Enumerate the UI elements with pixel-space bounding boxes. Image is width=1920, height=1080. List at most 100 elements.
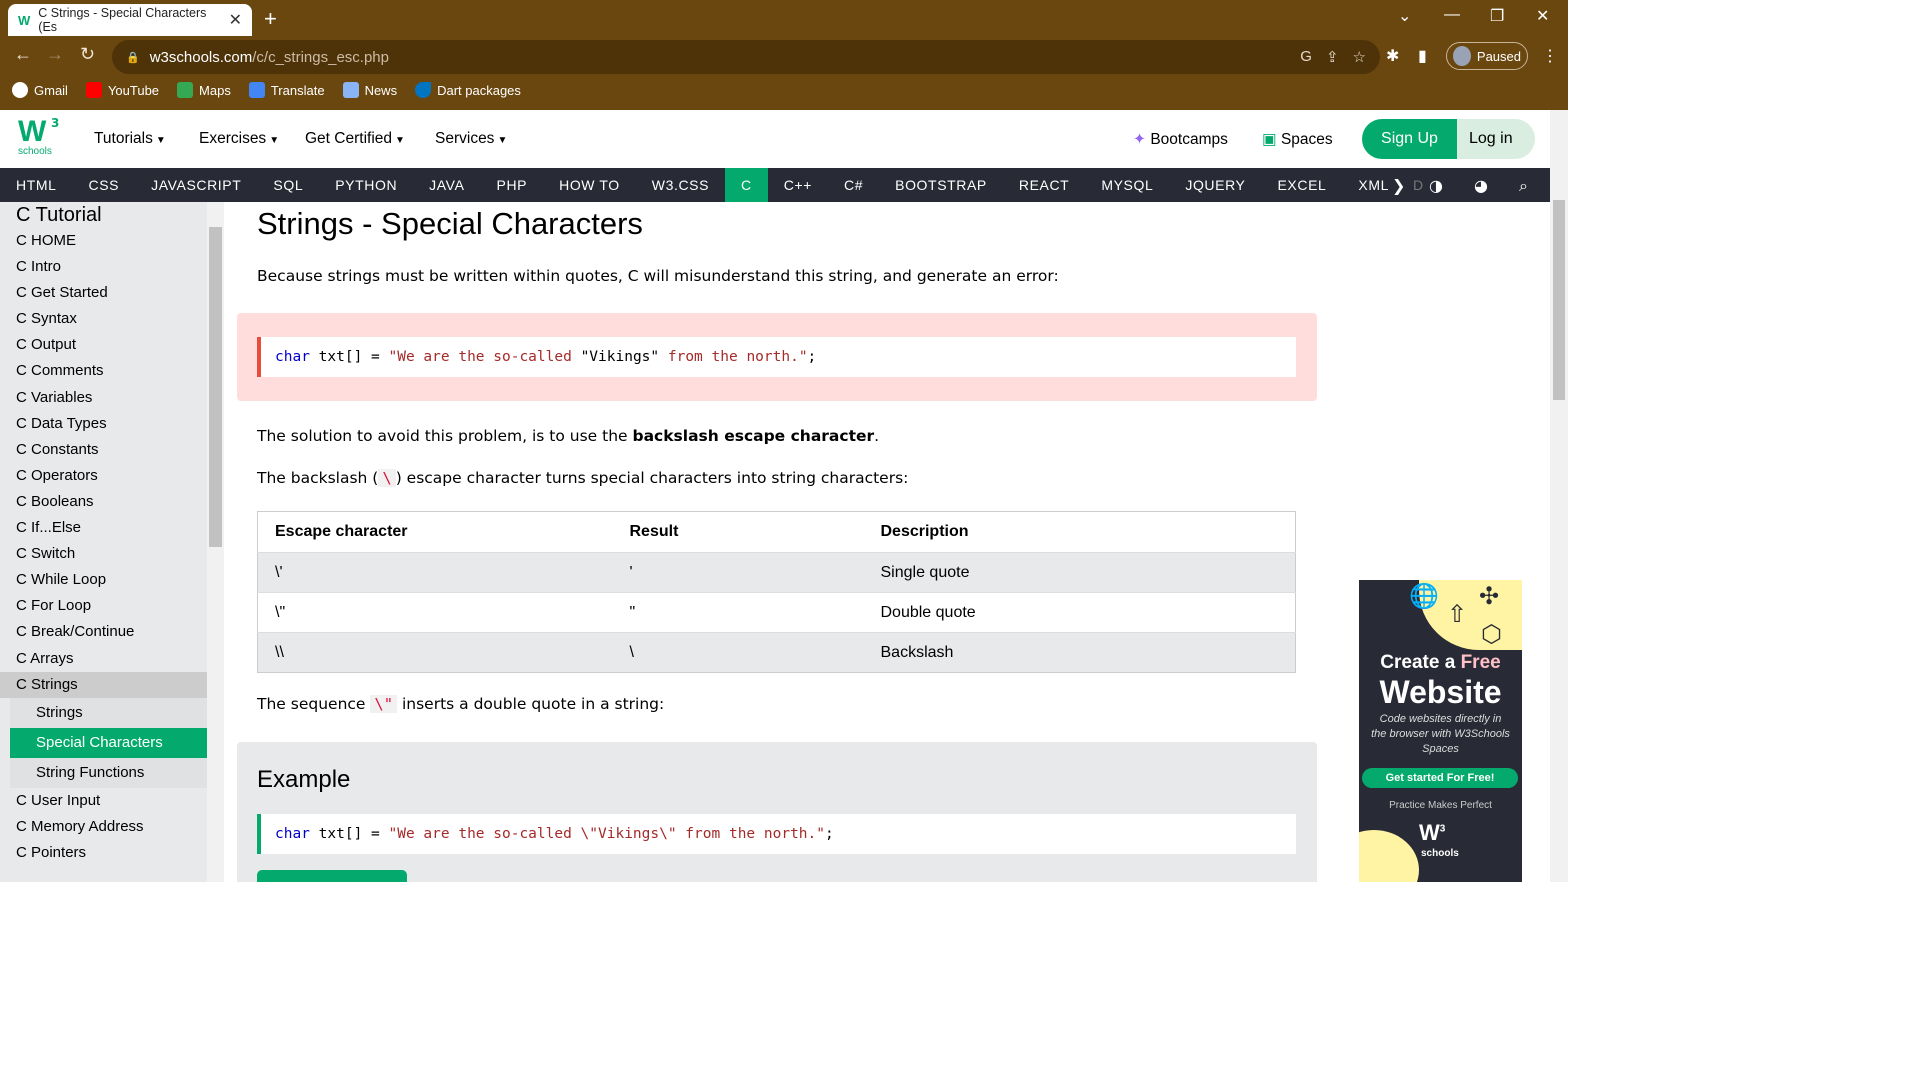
menu-exercises[interactable]: Exercises ▼ [199,130,279,148]
ad-headline: Create a Free [1380,652,1501,673]
lang-java[interactable]: JAVA [413,168,480,202]
sidebar-item[interactable]: C HOME [0,228,207,254]
lang-mysql[interactable]: MYSQL [1085,168,1169,202]
ad-subtext: Code websites directly in the browser wi… [1371,713,1510,755]
sidebar-item[interactable]: C Arrays [0,646,207,672]
chevron-right-icon[interactable]: ❯ [1392,176,1405,195]
menu-kebab-icon[interactable]: ⋮ [1542,46,1558,66]
restore-icon[interactable]: ❐ [1490,6,1504,26]
maps-icon [177,82,194,98]
bootcamps-link[interactable]: ✦ Bootcamps [1133,130,1228,149]
sidebar-item[interactable]: C If...Else [0,515,207,541]
profile-button[interactable]: Paused [1446,42,1528,70]
search-icon[interactable]: ⌕ [1519,176,1528,196]
try-it-yourself-button[interactable] [257,870,407,882]
lang-javascript[interactable]: JAVASCRIPT [135,168,257,202]
lang-w3css[interactable]: W3.CSS [636,168,725,202]
share-icon[interactable]: ⇪ [1326,48,1339,66]
menu-services[interactable]: Services ▼ [435,130,507,148]
sidebar-subitem[interactable]: String Functions [10,757,207,788]
reload-icon[interactable]: ↻ [80,44,95,65]
bookmark-dart-packages[interactable]: Dart packages [415,82,521,98]
main-content: Strings - Special Characters Because str… [237,202,1317,882]
bookmark-translate[interactable]: Translate [248,82,325,98]
browser-chrome: W C Strings - Special Characters (Es ✕ +… [0,0,1568,110]
example-title: Example [257,766,351,793]
puzzle-icon: ✣ [1479,583,1500,610]
globe-icon[interactable]: ◕ [1474,176,1488,195]
dark-mode-icon[interactable]: ◑ [1429,176,1443,195]
login-button[interactable]: Log in [1457,119,1535,159]
gift-icon: ▣ [1262,131,1277,148]
lang-php[interactable]: PHP [481,168,544,202]
sidebar-item[interactable]: C For Loop [0,593,207,619]
back-icon[interactable]: ← [14,44,32,65]
example-code-block: char txt[] = "We are the so-called \"Vik… [257,814,1296,854]
cubes-icon: ⬡ [1481,621,1502,648]
bookmark-news[interactable]: News [342,82,397,98]
sidebar-item[interactable]: C Get Started [0,280,207,306]
lang-css[interactable]: CSS [73,168,136,202]
lang-react[interactable]: REACT [1003,168,1085,202]
lang-howto[interactable]: HOW TO [543,168,636,202]
sidebar-item[interactable]: C User Input [0,788,207,814]
table-row: \' ' Single quote [257,552,1296,593]
forward-icon[interactable]: → [46,44,64,65]
google-icon[interactable]: G [1300,48,1312,66]
sidebar-scroll-thumb[interactable] [209,227,222,547]
close-window-icon[interactable]: ✕ [1536,6,1549,26]
sidebar-item[interactable]: C Data Types [0,411,207,437]
menu-tutorials[interactable]: Tutorials ▼ [94,130,166,148]
spaces-link[interactable]: ▣ Spaces [1262,130,1333,149]
sidebar-item[interactable]: C Booleans [0,489,207,515]
side-panel-icon[interactable]: ▮ [1418,46,1427,66]
lang-html[interactable]: HTML [0,168,73,202]
lang-more[interactable]: D [1405,168,1432,202]
table-header-row: Escape character Result Description [275,523,969,540]
lang-bootstrap[interactable]: BOOTSTRAP [879,168,1003,202]
menu-get-certified[interactable]: Get Certified ▼ [305,130,405,148]
sidebar-item[interactable]: C Variables [0,385,207,411]
lang-cpp[interactable]: C++ [768,168,828,202]
new-tab-button[interactable]: + [264,6,277,32]
tab-search-icon[interactable]: ⌄ [1398,6,1411,26]
bookmark-youtube[interactable]: YouTube [85,82,159,98]
lang-python[interactable]: PYTHON [319,168,413,202]
sidebar-item[interactable]: C Constants [0,437,207,463]
minimize-icon[interactable]: — [1444,6,1460,24]
sidebar-subitem-active[interactable]: Special Characters [10,727,207,758]
bookmark-maps[interactable]: Maps [177,82,231,98]
address-bar[interactable]: 🔒 w3schools.com/c/c_strings_esc.php G ⇪ … [112,40,1380,74]
extensions-icon[interactable]: ✱ [1386,46,1399,66]
sidebar-item[interactable]: C Comments [0,358,207,384]
sidebar-item-strings[interactable]: C Strings [0,671,207,698]
sidebar-item[interactable]: C Syntax [0,306,207,332]
caret-down-icon: ▼ [155,135,166,146]
lang-c[interactable]: C [725,168,768,202]
lang-excel[interactable]: EXCEL [1261,168,1342,202]
ad-cta-button[interactable]: Get started For Free! [1362,768,1518,788]
lang-sql[interactable]: SQL [257,168,319,202]
spaces-ad[interactable]: 🌐 ⇧ ✣ ⬡ Create a Free Website Code websi… [1359,580,1522,882]
globe-icon: 🌐 [1409,583,1439,610]
sidebar-item[interactable]: C While Loop [0,567,207,593]
sidebar-item[interactable]: C Memory Address [0,814,207,840]
lang-csharp[interactable]: C# [828,168,879,202]
lock-icon[interactable]: 🔒 [126,51,140,64]
ad-decoration [1359,830,1419,882]
w3schools-logo[interactable]: W 3 schools [18,116,62,160]
sidebar-item[interactable]: C Switch [0,541,207,567]
close-tab-icon[interactable]: ✕ [229,10,242,30]
page-scroll-thumb[interactable] [1553,200,1565,400]
sidebar-subitem[interactable]: Strings [10,697,207,728]
sidebar-item[interactable]: C Output [0,332,207,358]
signup-button[interactable]: Sign Up [1362,119,1457,159]
sidebar-item[interactable]: C Break/Continue [0,619,207,645]
bookmark-star-icon[interactable]: ☆ [1353,48,1366,66]
sidebar-item[interactable]: C Pointers [0,840,207,866]
sidebar-item[interactable]: C Intro [0,254,207,280]
sidebar-item[interactable]: C Operators [0,463,207,489]
bookmark-gmail[interactable]: Gmail [12,82,68,98]
lang-jquery[interactable]: JQUERY [1169,168,1261,202]
browser-tab[interactable]: W C Strings - Special Characters (Es ✕ [8,4,252,36]
